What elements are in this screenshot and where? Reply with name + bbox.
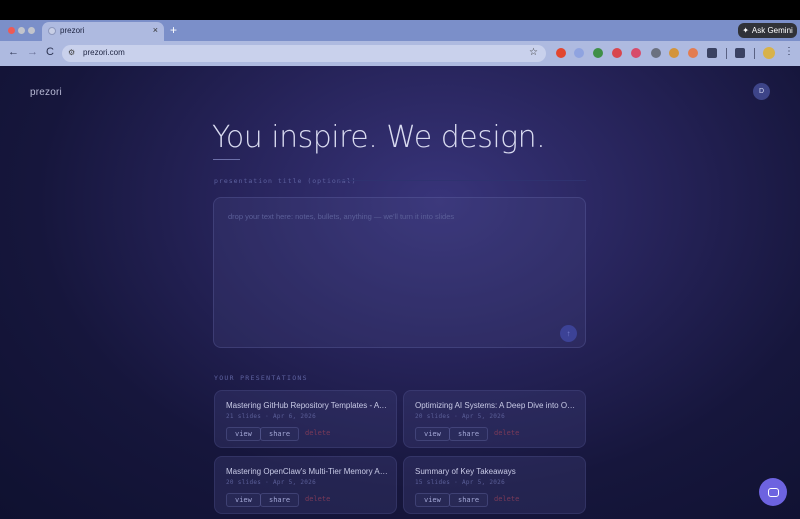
delete-button[interactable]: delete [494, 429, 519, 437]
presentation-card[interactable]: Mastering OpenClaw's Multi-Tier Memory A… [214, 456, 397, 514]
toolbar-divider [726, 48, 727, 59]
hero-divider [213, 159, 240, 160]
extension-icon[interactable] [574, 48, 584, 58]
extension-icon[interactable] [669, 48, 679, 58]
view-button[interactable]: view [415, 493, 450, 507]
maximize-window-button[interactable] [28, 27, 35, 34]
profile-avatar[interactable] [763, 47, 775, 59]
back-button[interactable]: ← [8, 46, 19, 58]
share-button[interactable]: share [260, 427, 300, 441]
close-tab-icon[interactable]: × [153, 25, 158, 35]
content-textarea[interactable]: drop your text here: notes, bullets, any… [213, 197, 586, 348]
presentation-title[interactable]: Optimizing AI Systems: A Deep Dive into … [415, 401, 578, 410]
arrow-up-icon: ↑ [566, 329, 571, 338]
site-info-icon[interactable]: ⚙ [68, 48, 75, 57]
title-input-underline[interactable] [339, 180, 586, 181]
delete-button[interactable]: delete [305, 429, 330, 437]
presentation-title[interactable]: Mastering GitHub Repository Templates - … [226, 401, 389, 410]
toolbar-divider [754, 48, 755, 59]
presentations-heading: YOUR PRESENTATIONS [214, 374, 308, 382]
delete-button[interactable]: delete [494, 495, 519, 503]
share-button[interactable]: share [449, 493, 489, 507]
extensions-puzzle-icon[interactable] [707, 48, 717, 58]
user-avatar[interactable]: D [753, 83, 770, 100]
brand-logo[interactable]: prezori [30, 87, 62, 98]
presentation-title[interactable]: Summary of Key Takeaways [415, 467, 578, 476]
browser-menu-icon[interactable]: ⋮ [784, 46, 794, 57]
extension-icon[interactable] [556, 48, 566, 58]
app-page: prezori D You inspire. We design. presen… [0, 66, 800, 519]
chat-support-button[interactable] [759, 478, 787, 506]
address-bar[interactable]: ⚙ prezori.com ☆ [62, 45, 546, 62]
extension-icon[interactable] [651, 48, 661, 58]
presentation-meta: 20 slides · Apr 5, 2026 [226, 479, 316, 486]
view-button[interactable]: view [226, 427, 261, 441]
presentation-title[interactable]: Mastering OpenClaw's Multi-Tier Memory A… [226, 467, 389, 476]
presentation-card[interactable]: Summary of Key Takeaways 15 slides · Apr… [403, 456, 586, 514]
presentation-meta: 21 slides · Apr 6, 2026 [226, 413, 316, 420]
extension-icon[interactable] [631, 48, 641, 58]
browser-tab[interactable]: prezori × [42, 22, 164, 41]
presentation-meta: 15 slides · Apr 5, 2026 [415, 479, 505, 486]
ask-gemini-button[interactable]: ✦ Ask Gemini [738, 23, 797, 38]
presentation-card[interactable]: Mastering GitHub Repository Templates - … [214, 390, 397, 448]
sparkle-icon: ✦ [742, 26, 749, 35]
bookmark-star-icon[interactable]: ☆ [529, 47, 538, 58]
new-tab-button[interactable]: + [170, 23, 177, 37]
view-button[interactable]: view [415, 427, 450, 441]
presentation-card[interactable]: Optimizing AI Systems: A Deep Dive into … [403, 390, 586, 448]
view-button[interactable]: view [226, 493, 261, 507]
title-field-label[interactable]: presentation title (optional) [214, 177, 357, 185]
delete-button[interactable]: delete [305, 495, 330, 503]
extension-icon[interactable] [593, 48, 603, 58]
screen-top-bar [0, 0, 800, 20]
extension-icon[interactable] [688, 48, 698, 58]
chat-bubble-icon [767, 487, 779, 497]
hero-title: You inspire. We design. [212, 120, 546, 155]
minimize-window-button[interactable] [18, 27, 25, 34]
presentation-meta: 20 slides · Apr 5, 2026 [415, 413, 505, 420]
reload-button[interactable]: C [46, 46, 54, 58]
url-text[interactable]: prezori.com [83, 48, 125, 57]
favicon-icon [48, 27, 56, 35]
textarea-placeholder: drop your text here: notes, bullets, any… [228, 212, 455, 221]
ask-gemini-label: Ask Gemini [751, 26, 793, 35]
forward-button[interactable]: → [27, 46, 38, 58]
extension-icon[interactable] [612, 48, 622, 58]
close-window-button[interactable] [8, 27, 15, 34]
share-button[interactable]: share [449, 427, 489, 441]
tab-title: prezori [60, 26, 85, 35]
side-panel-icon[interactable] [735, 48, 745, 58]
share-button[interactable]: share [260, 493, 300, 507]
submit-button[interactable]: ↑ [560, 325, 577, 342]
